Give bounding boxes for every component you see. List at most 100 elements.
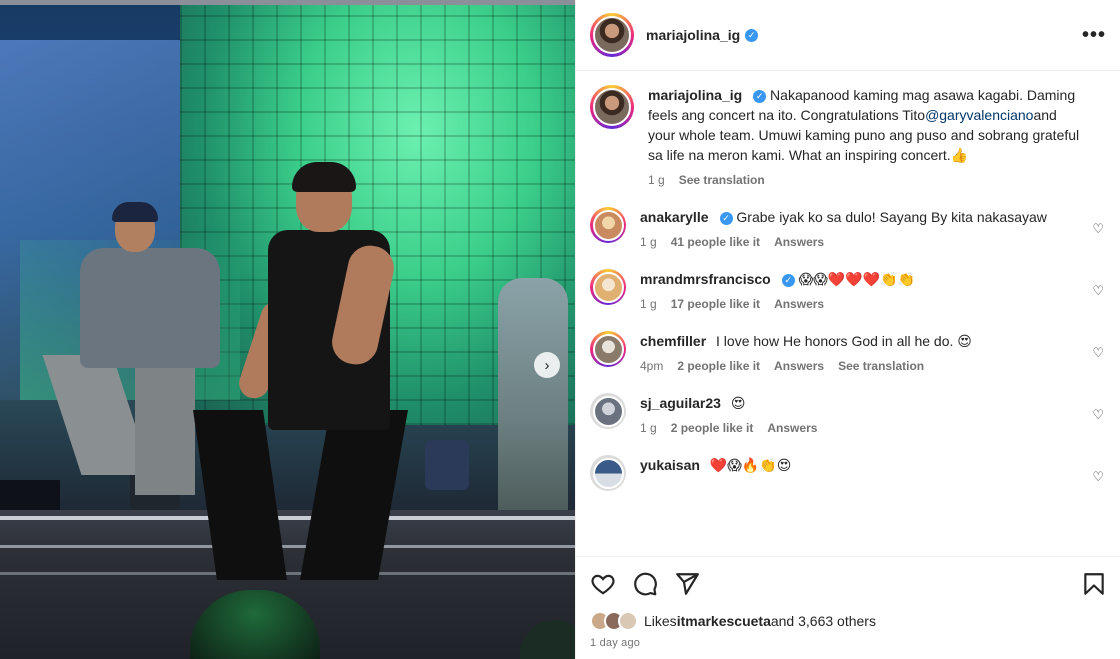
mention-link[interactable]: @garyvalenciano <box>925 107 1033 123</box>
action-icons-row <box>590 569 1107 599</box>
stage-edge <box>0 572 575 575</box>
comment-text: chemfiller I love how He honors God in a… <box>640 331 1080 351</box>
comment-likes-count[interactable]: 41 people like it <box>671 235 760 249</box>
comment-body: anakarylle ✓ Grabe iyak ko sa dulo! Sayan… <box>640 207 1106 249</box>
comment-text: anakarylle ✓ Grabe iyak ko sa dulo! Sayan… <box>640 207 1080 227</box>
stage-light <box>425 440 469 490</box>
comment-text: mrandmrsfrancisco ✓ 😱😱❤️❤️❤️👏👏 <box>640 269 1080 289</box>
commenter-avatar[interactable] <box>590 393 626 429</box>
comment-content: I love how He honors God in all he do. 😍 <box>716 333 972 349</box>
comment-like-heart-icon[interactable]: ♡ <box>1092 345 1104 361</box>
comment-likes-count[interactable]: 2 people like it <box>671 421 754 435</box>
stage-edge <box>0 516 575 520</box>
avatar-image <box>592 209 624 241</box>
author-avatar[interactable] <box>590 85 634 129</box>
next-image-button[interactable]: › <box>534 352 560 378</box>
comment-like-heart-icon[interactable]: ♡ <box>1092 221 1104 237</box>
comment-likes-count[interactable]: 2 people like it <box>677 359 760 373</box>
commenter-avatar[interactable] <box>590 207 626 243</box>
dancer-body <box>80 248 220 368</box>
bookmark-icon[interactable] <box>1081 571 1107 597</box>
comment-content: 😍 <box>730 395 746 411</box>
post-timestamp: 1 day ago <box>590 637 641 649</box>
avatar-image <box>593 16 631 54</box>
likes-prefix: Likes <box>644 613 677 629</box>
comment-time: 1 g <box>640 297 657 311</box>
post-header: mariajolina_ig ✓ ••• <box>576 0 1120 71</box>
caption-text: mariajolina_ig ✓ Nakapanood kaming mag as… <box>648 85 1080 165</box>
reply-button[interactable]: Answers <box>774 359 824 373</box>
caption-meta: 1 g See translation <box>648 173 1080 187</box>
likes-summary: Likes itmarkescueta and 3,663 others <box>590 611 1107 631</box>
comment-body: sj_aguilar23 😍 1 g 2 people like it Answ… <box>640 393 1106 435</box>
author-username[interactable]: mariajolina_ig <box>646 27 740 43</box>
comment-item: yukaisan ❤️😱🔥👏😍 ♡ <box>590 455 1106 491</box>
post-media[interactable]: › <box>0 0 575 659</box>
avatar-image <box>592 395 624 427</box>
liker-avatar <box>618 611 638 631</box>
comment-like-heart-icon[interactable]: ♡ <box>1092 469 1104 485</box>
commenter-username[interactable]: sj_aguilar23 <box>640 395 721 411</box>
comment-body: mrandmrsfrancisco ✓ 😱😱❤️❤️❤️👏👏 1 g 17 peo… <box>640 269 1106 311</box>
comment-item: chemfiller I love how He honors God in a… <box>590 331 1106 373</box>
comment-item: mrandmrsfrancisco ✓ 😱😱❤️❤️❤️👏👏 1 g 17 peo… <box>590 269 1106 311</box>
comment-like-heart-icon[interactable]: ♡ <box>1092 283 1104 299</box>
author-avatar[interactable] <box>590 13 634 57</box>
caption-body: mariajolina_ig ✓ Nakapanood kaming mag as… <box>648 85 1106 187</box>
commenter-username[interactable]: anakarylle <box>640 209 709 225</box>
commenter-username[interactable]: mrandmrsfrancisco <box>640 271 771 287</box>
comment-time: 4pm <box>640 359 664 373</box>
comment-likes-count[interactable]: 17 people like it <box>671 297 760 311</box>
comment-item: sj_aguilar23 😍 1 g 2 people like it Answ… <box>590 393 1106 435</box>
singer-hair <box>292 162 356 192</box>
comment-content: 😱😱❤️❤️❤️👏👏 <box>798 271 915 287</box>
avatar-image <box>592 457 624 489</box>
see-translation-link[interactable]: See translation <box>679 173 765 187</box>
verified-badge-icon: ✓ <box>745 28 759 42</box>
comment-time: 1 g <box>640 235 657 249</box>
commenter-username[interactable]: chemfiller <box>640 333 706 349</box>
comment-like-heart-icon[interactable]: ♡ <box>1092 407 1104 423</box>
send-icon[interactable] <box>674 571 700 597</box>
comment-meta: 1 g 17 people like it Answers <box>640 297 1080 311</box>
comment-meta: 1 g 41 people like it Answers <box>640 235 1080 249</box>
heart-icon[interactable] <box>590 571 616 597</box>
post-side-panel: mariajolina_ig ✓ ••• mariajolina_ig ✓ Nak… <box>575 0 1120 659</box>
reply-button[interactable]: Answers <box>774 297 824 311</box>
avatar-image <box>592 333 624 365</box>
commenter-username[interactable]: yukaisan <box>640 457 700 473</box>
instagram-post: › mariajolina_ig ✓ ••• mariajolina_ig ✓ N… <box>0 0 1120 659</box>
reply-button[interactable]: Answers <box>774 235 824 249</box>
see-translation-link[interactable]: See translation <box>838 359 924 373</box>
more-options-icon[interactable]: ••• <box>1082 25 1106 45</box>
post-actions: Likes itmarkescueta and 3,663 others 1 da… <box>576 556 1120 649</box>
comment-content: ❤️😱🔥👏😍 <box>709 457 792 473</box>
comment-body: chemfiller I love how He honors God in a… <box>640 331 1106 373</box>
avatar-image <box>592 271 624 303</box>
dancer-right <box>498 278 568 518</box>
caption: mariajolina_ig ✓ Nakapanood kaming mag as… <box>590 85 1106 187</box>
comment-meta: 4pm 2 people like it Answers See transla… <box>640 359 1080 373</box>
caption-username[interactable]: mariajolina_ig <box>648 87 742 103</box>
commenter-avatar[interactable] <box>590 455 626 491</box>
verified-badge-icon: ✓ <box>719 211 733 225</box>
chevron-right-icon: › <box>544 356 550 374</box>
comment-item: anakarylle ✓ Grabe iyak ko sa dulo! Sayan… <box>590 207 1106 249</box>
stage-equipment <box>0 480 60 510</box>
avatar-image <box>593 88 631 126</box>
verified-badge-icon: ✓ <box>753 89 767 103</box>
comments-list[interactable]: mariajolina_ig ✓ Nakapanood kaming mag as… <box>576 71 1120 556</box>
comment-body: yukaisan ❤️😱🔥👏😍 <box>640 455 1106 491</box>
dancer-leg <box>135 355 195 495</box>
commenter-avatar[interactable] <box>590 269 626 305</box>
reply-button[interactable]: Answers <box>767 421 817 435</box>
likes-others[interactable]: and 3,663 others <box>771 613 876 629</box>
comment-text: yukaisan ❤️😱🔥👏😍 <box>640 455 1080 475</box>
comment-content: Grabe iyak ko sa dulo! Sayang By kita na… <box>736 209 1047 225</box>
commenter-avatar[interactable] <box>590 331 626 367</box>
likes-user-link[interactable]: itmarkescueta <box>677 613 771 629</box>
comment-icon[interactable] <box>632 571 658 597</box>
stage-edge <box>0 545 575 548</box>
comment-text: sj_aguilar23 😍 <box>640 393 1080 413</box>
dancer-hair <box>112 202 158 222</box>
